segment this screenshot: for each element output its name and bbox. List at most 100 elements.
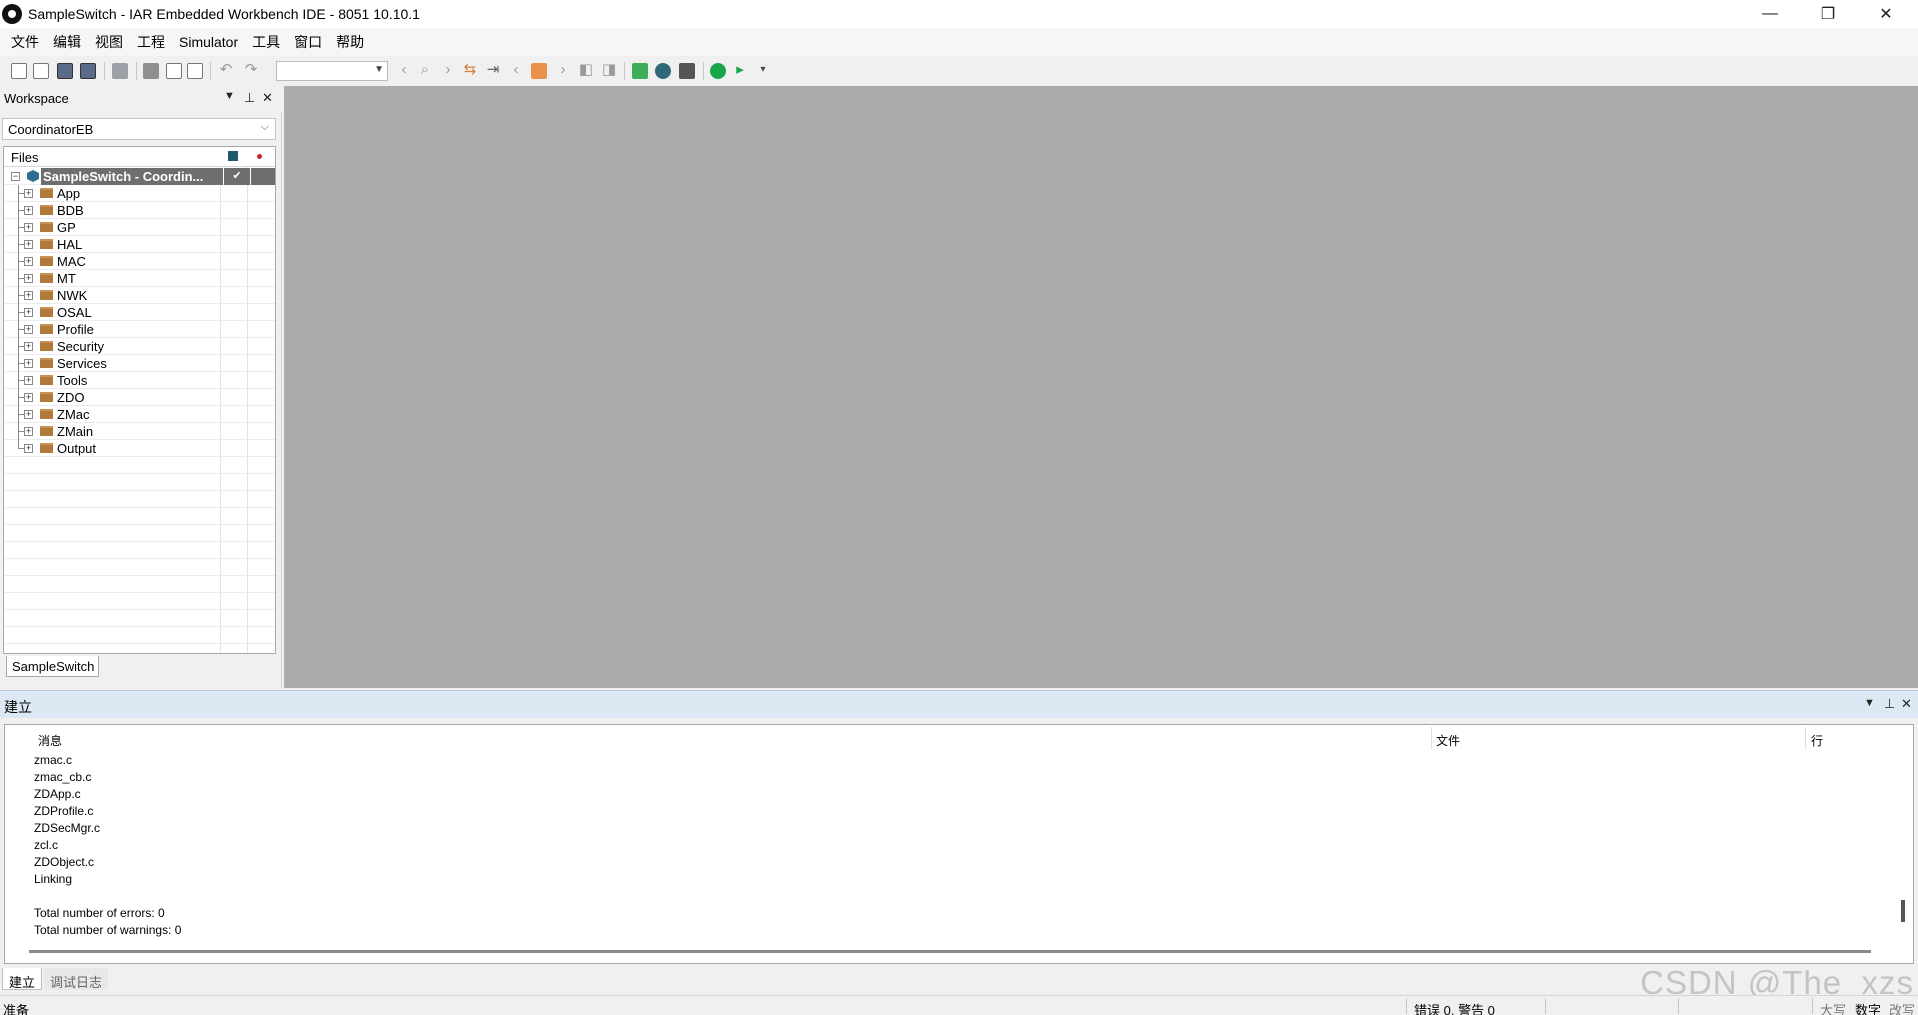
expand-icon[interactable]: +	[24, 376, 33, 385]
debug-download-icon[interactable]	[710, 63, 726, 79]
menu-simulator[interactable]: Simulator	[172, 34, 245, 50]
expand-icon[interactable]: +	[24, 206, 33, 215]
menu-tools[interactable]: 工具	[245, 32, 287, 52]
list-item[interactable]: Total number of warnings: 0	[34, 922, 181, 939]
collapse-icon[interactable]: −	[11, 172, 20, 181]
toolbar-overflow-icon[interactable]: ▾	[755, 63, 771, 79]
menu-view[interactable]: 视图	[88, 32, 130, 52]
horizontal-scrollbar[interactable]	[29, 950, 1871, 953]
expand-icon[interactable]: +	[24, 444, 33, 453]
panel-menu-icon[interactable]: ▼	[1864, 697, 1875, 709]
pin-icon[interactable]: ⊥	[1884, 696, 1895, 712]
bookmark-icon[interactable]	[531, 63, 547, 79]
tree-group-zmain[interactable]: + ZMain	[4, 423, 275, 440]
tab-sampleswitch[interactable]: SampleSwitch	[6, 656, 99, 677]
expand-icon[interactable]: +	[24, 410, 33, 419]
goto-icon[interactable]: ⇥	[485, 62, 501, 79]
expand-icon[interactable]: +	[24, 308, 33, 317]
undo-icon[interactable]: ↶	[218, 62, 234, 79]
files-tree-view[interactable]: Files − SampleSwitch - Coordin... ✔ + App…	[3, 146, 276, 654]
expand-icon[interactable]: +	[24, 427, 33, 436]
save-icon[interactable]	[57, 63, 73, 79]
tree-group-mt[interactable]: + MT	[4, 270, 275, 287]
prev-bookmark-icon[interactable]: ◧	[578, 62, 594, 79]
list-item[interactable]: ZDSecMgr.c	[34, 820, 181, 837]
vertical-scrollbar[interactable]	[1901, 900, 1905, 922]
tree-group-bdb[interactable]: + BDB	[4, 202, 275, 219]
find-back-icon[interactable]: ‹	[396, 62, 412, 79]
tree-project-root[interactable]: − SampleSwitch - Coordin... ✔	[4, 168, 275, 185]
expand-icon[interactable]: +	[24, 223, 33, 232]
replace-icon[interactable]: ⇆	[462, 62, 478, 79]
menu-file[interactable]: 文件	[4, 32, 46, 52]
close-icon[interactable]: ✕	[262, 90, 273, 106]
expand-icon[interactable]: +	[24, 325, 33, 334]
menu-window[interactable]: 窗口	[287, 32, 329, 52]
close-icon[interactable]: ✕	[1901, 696, 1912, 712]
tree-group-app[interactable]: + App	[4, 185, 275, 202]
tree-group-output[interactable]: + Output	[4, 440, 275, 457]
configuration-select[interactable]: CoordinatorEB ⌵	[2, 118, 276, 140]
redo-icon[interactable]: ↷	[243, 62, 259, 79]
debug-no-download-icon[interactable]: ▸	[732, 62, 748, 79]
tree-group-gp[interactable]: + GP	[4, 219, 275, 236]
menu-edit[interactable]: 编辑	[46, 32, 88, 52]
nav-back-icon[interactable]: ‹	[508, 62, 524, 79]
cut-icon[interactable]	[143, 63, 159, 79]
new-file-icon[interactable]	[11, 63, 27, 79]
expand-icon[interactable]: +	[24, 342, 33, 351]
panel-menu-icon[interactable]: ▼	[224, 90, 235, 102]
minimize-button[interactable]: —	[1742, 0, 1798, 28]
tree-group-zmac[interactable]: + ZMac	[4, 406, 275, 423]
expand-icon[interactable]: +	[24, 291, 33, 300]
tree-group-mac[interactable]: + MAC	[4, 253, 275, 270]
tree-group-tools[interactable]: + Tools	[4, 372, 275, 389]
tree-group-zdo[interactable]: + ZDO	[4, 389, 275, 406]
expand-icon[interactable]: +	[24, 257, 33, 266]
pin-icon[interactable]: ⊥	[244, 90, 255, 106]
menu-project[interactable]: 工程	[130, 32, 172, 52]
tree-group-security[interactable]: + Security	[4, 338, 275, 355]
tree-group-services[interactable]: + Services	[4, 355, 275, 372]
print-icon[interactable]	[112, 63, 128, 79]
tree-group-profile[interactable]: + Profile	[4, 321, 275, 338]
list-item[interactable]: ZDObject.c	[34, 854, 181, 871]
column-file[interactable]: 文件	[1436, 732, 1460, 749]
find-next-icon[interactable]: ›	[440, 62, 456, 79]
expand-icon[interactable]: +	[24, 189, 33, 198]
make-icon[interactable]	[655, 63, 671, 79]
column-message[interactable]: 消息	[38, 732, 62, 749]
list-item[interactable]: zmac.c	[34, 752, 181, 769]
save-all-icon[interactable]	[80, 63, 96, 79]
list-item[interactable]: ZDProfile.c	[34, 803, 181, 820]
list-item[interactable]: Total number of errors: 0	[34, 905, 181, 922]
find-icon[interactable]: ⌕	[417, 62, 433, 79]
nav-forward-icon[interactable]: ›	[555, 62, 571, 79]
column-line[interactable]: 行	[1811, 732, 1823, 749]
expand-icon[interactable]: +	[24, 240, 33, 249]
open-file-icon[interactable]	[33, 63, 49, 79]
list-item[interactable]: Linking	[34, 871, 181, 888]
tab-debug-log[interactable]: 调试日志	[44, 968, 109, 990]
build-messages[interactable]: 消息 文件 行 zmac.c zmac_cb.c ZDApp.c ZDProfi…	[4, 724, 1914, 964]
find-combo[interactable]: ▼	[276, 61, 388, 81]
list-item[interactable]: zmac_cb.c	[34, 769, 181, 786]
tree-group-hal[interactable]: + HAL	[4, 236, 275, 253]
expand-icon[interactable]: +	[24, 274, 33, 283]
expand-icon[interactable]: +	[24, 359, 33, 368]
close-button[interactable]: ✕	[1858, 0, 1914, 28]
restore-button[interactable]: ❐	[1800, 0, 1856, 28]
expand-icon[interactable]: +	[24, 393, 33, 402]
tab-build[interactable]: 建立	[2, 968, 43, 990]
copy-icon[interactable]	[166, 63, 182, 79]
menu-help[interactable]: 帮助	[329, 32, 371, 52]
compile-icon[interactable]	[632, 63, 648, 79]
list-item[interactable]	[34, 888, 181, 905]
tree-group-osal[interactable]: + OSAL	[4, 304, 275, 321]
list-item[interactable]: ZDApp.c	[34, 786, 181, 803]
breakpoint-icon[interactable]	[679, 63, 695, 79]
list-item[interactable]: zcl.c	[34, 837, 181, 854]
next-bookmark-icon[interactable]: ◨	[601, 62, 617, 79]
paste-icon[interactable]	[187, 63, 203, 79]
editor-area[interactable]	[284, 86, 1918, 688]
